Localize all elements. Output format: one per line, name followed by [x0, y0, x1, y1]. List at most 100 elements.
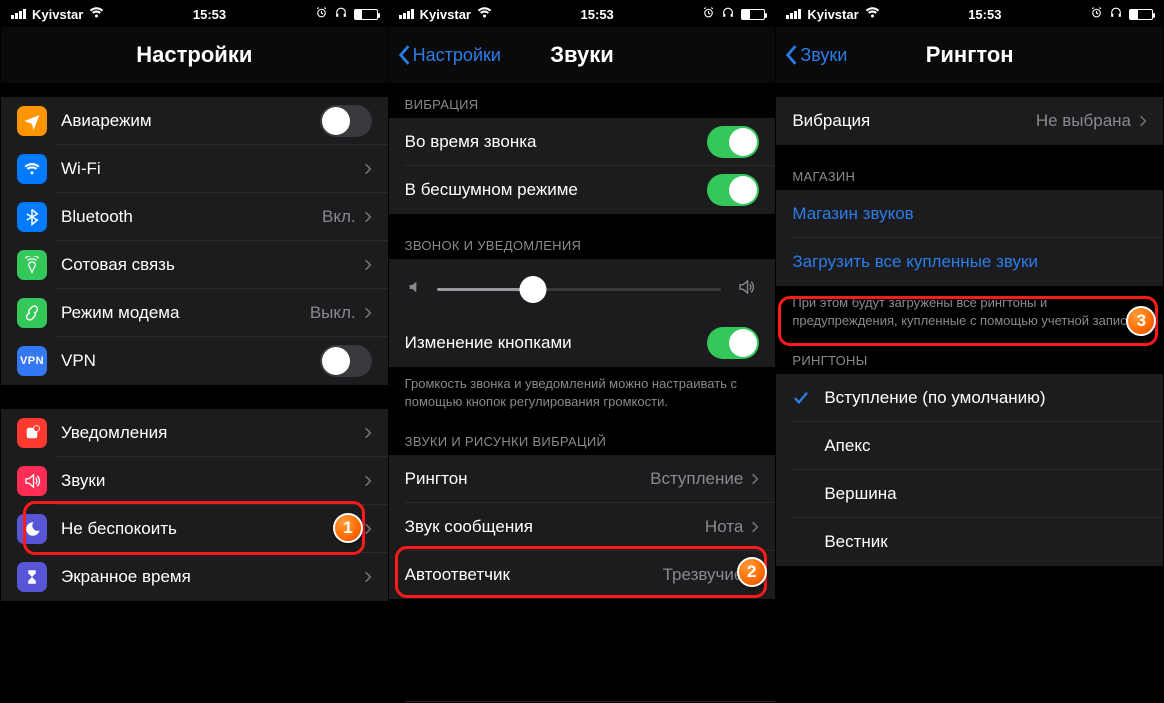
checkmark-icon — [792, 389, 810, 407]
row-vpn[interactable]: VPN VPN — [1, 337, 388, 385]
row-label: Вибрация — [792, 111, 1035, 131]
status-bar: Kyivstar 15:53 — [389, 1, 776, 27]
chevron-right-icon — [364, 258, 372, 272]
section-header-vibration: ВИБРАЦИЯ — [389, 97, 776, 118]
screen-ringtone: Kyivstar 15:53 Звуки Рингтон Вибрация — [775, 1, 1163, 702]
row-label: Звук сообщения — [405, 517, 705, 537]
link-label: Магазин звуков — [792, 204, 1147, 224]
toggle-vibrate-ring[interactable] — [707, 126, 759, 158]
toggle-vibrate-silent[interactable] — [707, 174, 759, 206]
chevron-right-icon — [364, 474, 372, 488]
row-label: Режим модема — [61, 303, 310, 323]
row-label: Уведомления — [61, 423, 364, 443]
row-tone-store[interactable]: Магазин звуков — [776, 190, 1163, 238]
battery-icon — [1129, 9, 1153, 20]
vpn-icon: VPN — [17, 346, 47, 376]
screen-settings: Kyivstar 15:53 Настройки Авиарежим — [1, 1, 388, 702]
row-tone[interactable]: Вестник — [776, 518, 1163, 566]
page-title: Настройки — [136, 42, 252, 68]
chevron-right-icon — [364, 162, 372, 176]
carrier-label: Kyivstar — [32, 7, 83, 22]
screen-sounds: Kyivstar 15:53 Настройки Звуки ВИБРАЦИЯ — [388, 1, 776, 702]
clock-label: 15:53 — [193, 7, 226, 22]
chevron-right-icon — [751, 520, 759, 534]
row-voicemail[interactable]: Автоответчик Трезвучие — [389, 551, 776, 599]
row-dnd[interactable]: Не беспокоить — [1, 505, 388, 553]
speaker-low-icon — [407, 279, 423, 300]
row-label: Экранное время — [61, 567, 364, 587]
chevron-right-icon — [364, 306, 372, 320]
speaker-icon — [17, 466, 47, 496]
chevron-right-icon — [364, 426, 372, 440]
link-label: Загрузить все купленные звуки — [792, 252, 1147, 272]
row-cellular[interactable]: Сотовая связь — [1, 241, 388, 289]
airplane-icon — [17, 106, 47, 136]
toggle-airplane[interactable] — [320, 105, 372, 137]
hourglass-icon — [17, 562, 47, 592]
voicemail-value: Трезвучие — [663, 565, 744, 585]
row-vibrate-silent[interactable]: В бесшумном режиме — [389, 166, 776, 214]
bluetooth-value: Вкл. — [322, 207, 356, 227]
row-airplane[interactable]: Авиарежим — [1, 97, 388, 145]
row-label: Wi-Fi — [61, 159, 356, 179]
toggle-change-buttons[interactable] — [707, 327, 759, 359]
row-tone[interactable]: Вступление (по умолчанию) — [776, 374, 1163, 422]
section-header-ringer: ЗВОНОК И УВЕДОМЛЕНИЯ — [389, 238, 776, 259]
row-label: Сотовая связь — [61, 255, 364, 275]
carrier-label: Kyivstar — [420, 7, 471, 22]
row-tone[interactable]: Апекс — [776, 422, 1163, 470]
row-vibrate-ring[interactable]: Во время звонка — [389, 118, 776, 166]
back-button[interactable]: Настройки — [397, 27, 501, 83]
status-bar: Kyivstar 15:53 — [776, 1, 1163, 27]
chevron-right-icon — [364, 210, 372, 224]
wifi-icon — [865, 7, 880, 22]
notifications-icon — [17, 418, 47, 448]
row-notifications[interactable]: Уведомления — [1, 409, 388, 457]
row-hotspot[interactable]: Режим модема Выкл. — [1, 289, 388, 337]
chevron-right-icon — [364, 570, 372, 584]
page-title: Звуки — [550, 42, 614, 68]
row-ringtone[interactable]: Рингтон Вступление — [389, 455, 776, 503]
nav-header: Звуки Рингтон — [776, 27, 1163, 83]
section-header-patterns: ЗВУКИ И РИСУНКИ ВИБРАЦИЙ — [389, 434, 776, 455]
section-header-store: МАГАЗИН — [776, 169, 1163, 190]
volume-slider[interactable] — [437, 288, 722, 291]
row-change-buttons[interactable]: Изменение кнопками — [389, 319, 776, 367]
row-screentime[interactable]: Экранное время — [1, 553, 388, 601]
bluetooth-icon — [17, 202, 47, 232]
chevron-right-icon — [751, 568, 759, 582]
signal-icon — [786, 9, 801, 19]
row-label: Авиарежим — [61, 111, 320, 131]
row-label: В бесшумном режиме — [405, 180, 708, 200]
row-label: Вестник — [824, 532, 1147, 552]
texttone-value: Нота — [705, 517, 743, 537]
wifi-icon — [477, 7, 492, 22]
row-label: Не беспокоить — [61, 519, 364, 539]
page-title: Рингтон — [926, 42, 1014, 68]
alarm-icon — [1090, 6, 1103, 22]
vibration-value: Не выбрана — [1036, 111, 1131, 131]
row-wifi[interactable]: Wi-Fi — [1, 145, 388, 193]
row-tone[interactable]: Вершина — [776, 470, 1163, 518]
status-bar: Kyivstar 15:53 — [1, 1, 388, 27]
row-bluetooth[interactable]: Bluetooth Вкл. — [1, 193, 388, 241]
headphones-icon — [334, 6, 348, 22]
row-label: Bluetooth — [61, 207, 322, 227]
row-download-purchased[interactable]: Загрузить все купленные звуки — [776, 238, 1163, 286]
alarm-icon — [315, 6, 328, 22]
row-volume-slider[interactable] — [389, 259, 776, 319]
back-button[interactable]: Звуки — [784, 27, 847, 83]
row-label: Апекс — [824, 436, 1147, 456]
chevron-right-icon — [751, 472, 759, 486]
battery-icon — [354, 9, 378, 20]
row-sounds[interactable]: Звуки — [1, 457, 388, 505]
row-vibration[interactable]: Вибрация Не выбрана — [776, 97, 1163, 145]
headphones-icon — [1109, 6, 1123, 22]
toggle-vpn[interactable] — [320, 345, 372, 377]
row-texttone[interactable]: Звук сообщения Нота — [389, 503, 776, 551]
headphones-icon — [721, 6, 735, 22]
row-label: Изменение кнопками — [405, 333, 708, 353]
section-header-ringtones: РИНГТОНЫ — [776, 353, 1163, 374]
row-label: Звуки — [61, 471, 364, 491]
row-label: Во время звонка — [405, 132, 708, 152]
